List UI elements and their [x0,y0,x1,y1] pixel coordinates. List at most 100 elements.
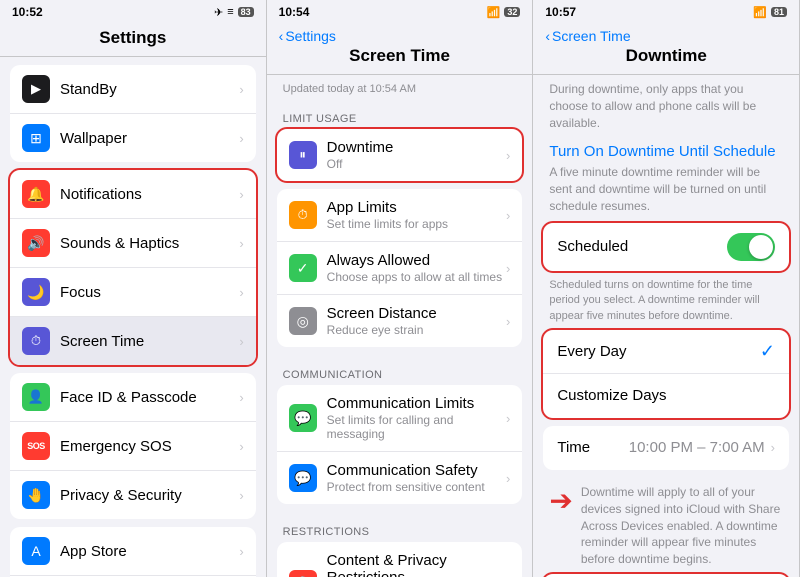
group-security: 👤 Face ID & Passcode › SOS Emergency SOS… [10,373,256,519]
appstore-label: App Store [60,543,239,560]
commlimits-label: Communication Limits [327,395,506,412]
wallpaper-icon: ⊞ [22,124,50,152]
chevron-icon: › [506,314,510,329]
everyday-label: Every Day [557,343,760,360]
group-notifications-screentime: 🔔 Notifications › 🔊 Sounds & Haptics › 🌙… [10,170,256,365]
group-limits-distance: ⏱ App Limits Set time limits for apps › … [277,189,523,347]
chevron-icon: › [506,411,510,426]
settings-item-screentime[interactable]: ⏱ Screen Time › [10,317,256,365]
settings-item-screendistance[interactable]: ◎ Screen Distance Reduce eye strain › [277,295,523,347]
settings-item-focus[interactable]: 🌙 Focus › [10,268,256,317]
emergencysos-label: Emergency SOS [60,438,239,455]
privacy-icon: 🤚 [22,481,50,509]
screentime-header: ‹ Settings Screen Time [267,24,533,75]
notifications-icon: 🔔 [22,180,50,208]
everyday-row[interactable]: Every Day ✓ [543,330,789,374]
settings-item-commsafety[interactable]: 💬 Communication Safety Protect from sens… [277,452,523,504]
downtime-icon: ⏸ [289,141,317,169]
standby-label: StandBy [60,81,239,98]
turn-on-downtime-sub: A five minute downtime reminder will be … [533,164,799,222]
status-bar-1: 10:52 ✈ ≡ 83 [0,0,266,24]
screentime-title: Screen Time [279,46,521,66]
settings-list: ▶ StandBy › ⊞ Wallpaper › 🔔 Notification… [0,57,266,577]
back-button[interactable]: ‹ Settings [279,28,336,44]
settings-item-commlimits[interactable]: 💬 Communication Limits Set limits for ca… [277,385,523,452]
status-icons-2: 📶 32 [487,6,521,19]
standby-icon: ▶ [22,75,50,103]
screentime-label: Screen Time [60,333,239,350]
screentime-list: Updated today at 10:54 AM LIMIT USAGE ⏸ … [267,75,533,577]
settings-item-notifications[interactable]: 🔔 Notifications › [10,170,256,219]
settings-item-emergencysos[interactable]: SOS Emergency SOS › [10,422,256,471]
update-text: Updated today at 10:54 AM [267,75,533,99]
chevron-icon: › [239,439,243,454]
settings-header: Settings [0,24,266,57]
settings-item-downtime[interactable]: ⏸ Downtime Off › [277,129,523,181]
settings-item-faceid[interactable]: 👤 Face ID & Passcode › [10,373,256,422]
scheduled-group: Scheduled [543,223,789,271]
downtime-sublabel: Off [327,157,506,171]
group-standby-wallpaper: ▶ StandBy › ⊞ Wallpaper › [10,65,256,162]
settings-item-wallpaper[interactable]: ⊞ Wallpaper › [10,114,256,162]
scheduled-label: Scheduled [557,238,727,255]
privacy-label: Privacy & Security [60,487,239,504]
commlimits-icon: 💬 [289,404,317,432]
turn-on-downtime-link[interactable]: Turn On Downtime Until Schedule [533,135,799,164]
faceid-icon: 👤 [22,383,50,411]
commsafety-icon: 💬 [289,464,317,492]
red-arrow-icon: ➔ [549,484,572,517]
screendistance-label: Screen Distance [327,305,506,322]
wallpaper-label: Wallpaper [60,130,239,147]
communication-section-label: COMMUNICATION [267,355,533,385]
toggle-knob [749,235,773,259]
downtime-group: ⏸ Downtime Off › [277,129,523,181]
chevron-icon: › [239,82,243,97]
commlimits-sublabel: Set limits for calling and messaging [327,413,506,441]
customizedays-row[interactable]: Customize Days [543,374,789,418]
commsafety-sublabel: Protect from sensitive content [327,480,506,494]
scheduled-row: Scheduled [543,223,789,271]
scheduled-desc: Scheduled turns on downtime for the time… [533,275,799,330]
settings-item-privacy[interactable]: 🤚 Privacy & Security › [10,471,256,519]
notifications-label: Notifications [60,186,239,203]
chevron-icon: › [239,187,243,202]
arrow-note: ➔ Downtime will apply to all of your dev… [533,478,799,574]
chevron-icon: › [771,440,775,455]
contentprivacy-label: Content & Privacy Restrictions [327,552,506,577]
chevron-icon: › [239,334,243,349]
back-button-downtime[interactable]: ‹ Screen Time [545,28,630,44]
settings-item-standby[interactable]: ▶ StandBy › [10,65,256,114]
downtime-panel: 10:57 📶 81 ‹ Screen Time Downtime During… [533,0,800,577]
settings-item-applimits[interactable]: ⏱ App Limits Set time limits for apps › [277,189,523,242]
customizedays-label: Customize Days [557,387,775,404]
commsafety-label: Communication Safety [327,462,506,479]
alwaysallowed-icon: ✓ [289,254,317,282]
alwaysallowed-label: Always Allowed [327,252,506,269]
settings-item-appstore[interactable]: A App Store › [10,527,256,576]
status-time-2: 10:54 [279,5,310,19]
sounds-icon: 🔊 [22,229,50,257]
time-row[interactable]: Time 10:00 PM – 7:00 AM › [543,426,789,470]
focus-icon: 🌙 [22,278,50,306]
chevron-icon: › [239,285,243,300]
screendistance-icon: ◎ [289,307,317,335]
settings-item-sounds[interactable]: 🔊 Sounds & Haptics › [10,219,256,268]
days-group: Every Day ✓ Customize Days [543,330,789,418]
scheduled-toggle[interactable] [727,233,775,261]
chevron-icon: › [239,131,243,146]
screentime-icon: ⏱ [22,327,50,355]
group-restrictions: 🔒 Content & Privacy Restrictions Manage … [277,542,523,577]
contentprivacy-icon: 🔒 [289,570,317,577]
emergencysos-icon: SOS [22,432,50,460]
time-label: Time [557,439,628,456]
limit-usage-section-label: LIMIT USAGE [267,99,533,129]
settings-item-alwaysallowed[interactable]: ✓ Always Allowed Choose apps to allow at… [277,242,523,295]
applimits-sublabel: Set time limits for apps [327,217,506,231]
status-icons-3: 📶 81 [753,6,787,19]
applimits-label: App Limits [327,199,506,216]
restrictions-section-label: RESTRICTIONS [267,512,533,542]
settings-title: Settings [12,28,254,48]
settings-item-contentprivacy[interactable]: 🔒 Content & Privacy Restrictions Manage … [277,542,523,577]
status-icons-1: ✈ ≡ 83 [214,6,254,19]
faceid-label: Face ID & Passcode [60,389,239,406]
